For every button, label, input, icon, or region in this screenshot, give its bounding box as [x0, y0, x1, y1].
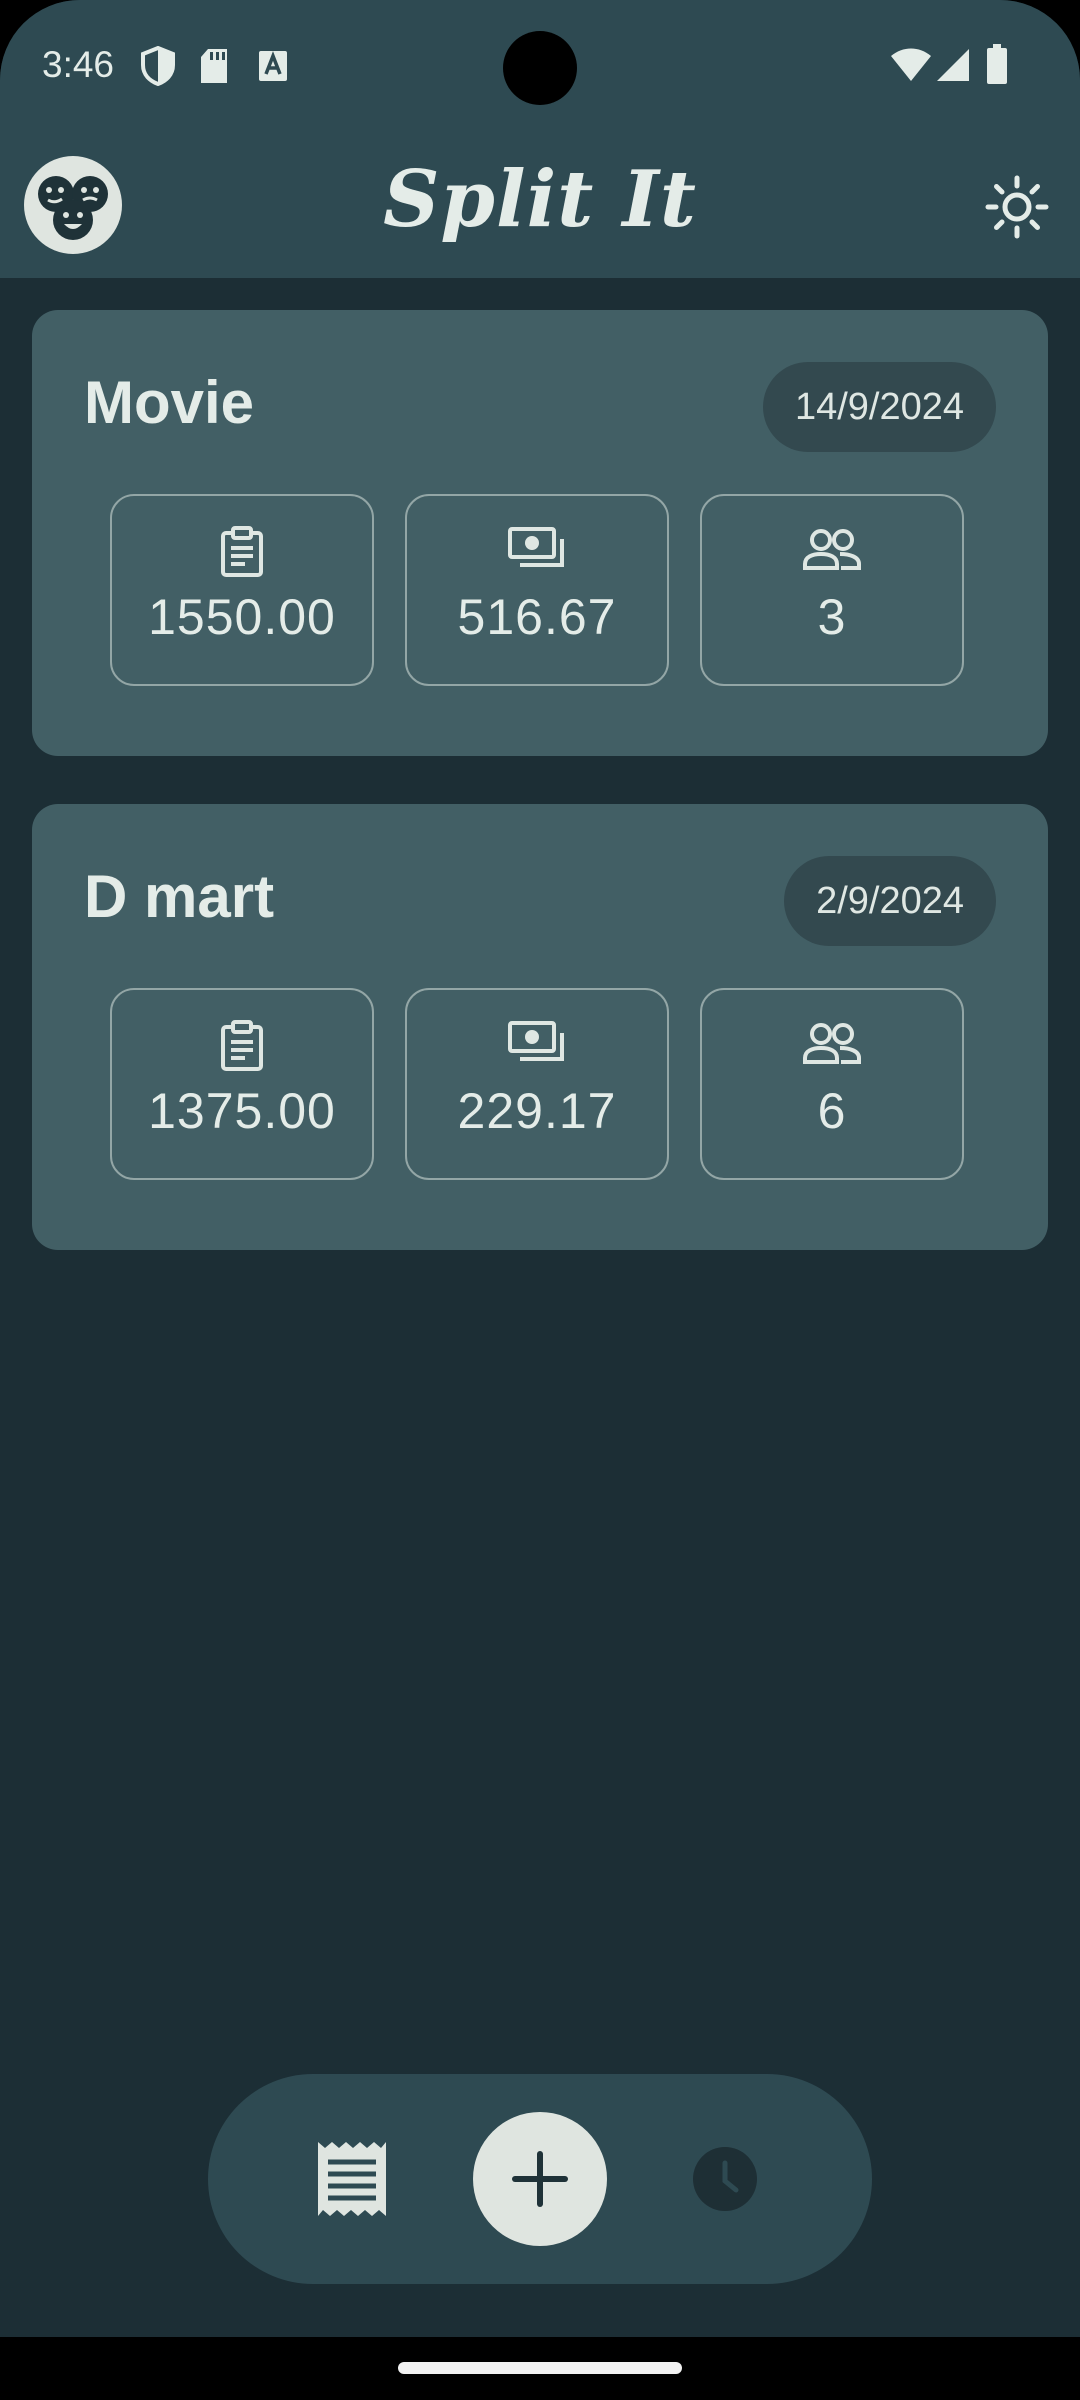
- sun-icon: [985, 175, 1049, 239]
- sd-card-icon: [201, 49, 227, 83]
- wifi-icon: [891, 48, 931, 81]
- split-card[interactable]: Movie 14/9/2024 1550.00 516.67 3: [32, 310, 1048, 756]
- people-icon: [803, 1023, 861, 1064]
- split-title: D mart: [84, 863, 275, 930]
- add-split-button[interactable]: [473, 2112, 607, 2246]
- history-icon: [693, 2147, 757, 2211]
- bottom-nav: [208, 2074, 872, 2284]
- app-title: Split It: [383, 154, 697, 245]
- cash-icon: [508, 527, 564, 567]
- app-bar: Split It: [0, 134, 1080, 278]
- front-camera: [503, 31, 577, 105]
- clipboard-icon: [221, 1020, 263, 1071]
- people-count-box: 6: [700, 988, 964, 1180]
- status-bar: 3:46: [0, 0, 1080, 134]
- total-amount-box: 1375.00: [110, 988, 374, 1180]
- status-time: 3:46: [42, 44, 115, 85]
- receipt-icon: [318, 2142, 386, 2216]
- per-person-amount-value: 516.67: [457, 589, 617, 645]
- theme-toggle-button[interactable]: [984, 174, 1050, 240]
- per-person-amount-value: 229.17: [457, 1083, 617, 1139]
- per-person-amount-box: 229.17: [405, 988, 669, 1180]
- signal-icon: [937, 49, 969, 81]
- people-count-value: 6: [817, 1083, 847, 1139]
- per-person-amount-box: 516.67: [405, 494, 669, 686]
- gesture-handle[interactable]: [398, 2362, 682, 2374]
- split-title: Movie: [84, 369, 255, 436]
- total-amount-value: 1550.00: [148, 589, 336, 645]
- receipts-tab[interactable]: [316, 2140, 388, 2218]
- history-tab[interactable]: [692, 2146, 758, 2212]
- split-date-badge: 14/9/2024: [762, 362, 996, 452]
- people-icon: [803, 529, 861, 570]
- total-amount-box: 1550.00: [110, 494, 374, 686]
- cash-icon: [508, 1021, 564, 1061]
- font-a-icon: [259, 51, 287, 81]
- split-date-badge: 2/9/2024: [784, 856, 996, 946]
- people-count-value: 3: [817, 589, 847, 645]
- total-amount-value: 1375.00: [148, 1083, 336, 1139]
- app-screen: 3:46 Split It Movie 14/9/2024 1550.00 51…: [0, 0, 1080, 2337]
- people-count-box: 3: [700, 494, 964, 686]
- clipboard-icon: [221, 526, 263, 577]
- shield-icon: [141, 46, 175, 86]
- split-card[interactable]: D mart 2/9/2024 1375.00 229.17 6: [32, 804, 1048, 1250]
- add-icon: [512, 2151, 568, 2207]
- battery-icon: [987, 44, 1007, 84]
